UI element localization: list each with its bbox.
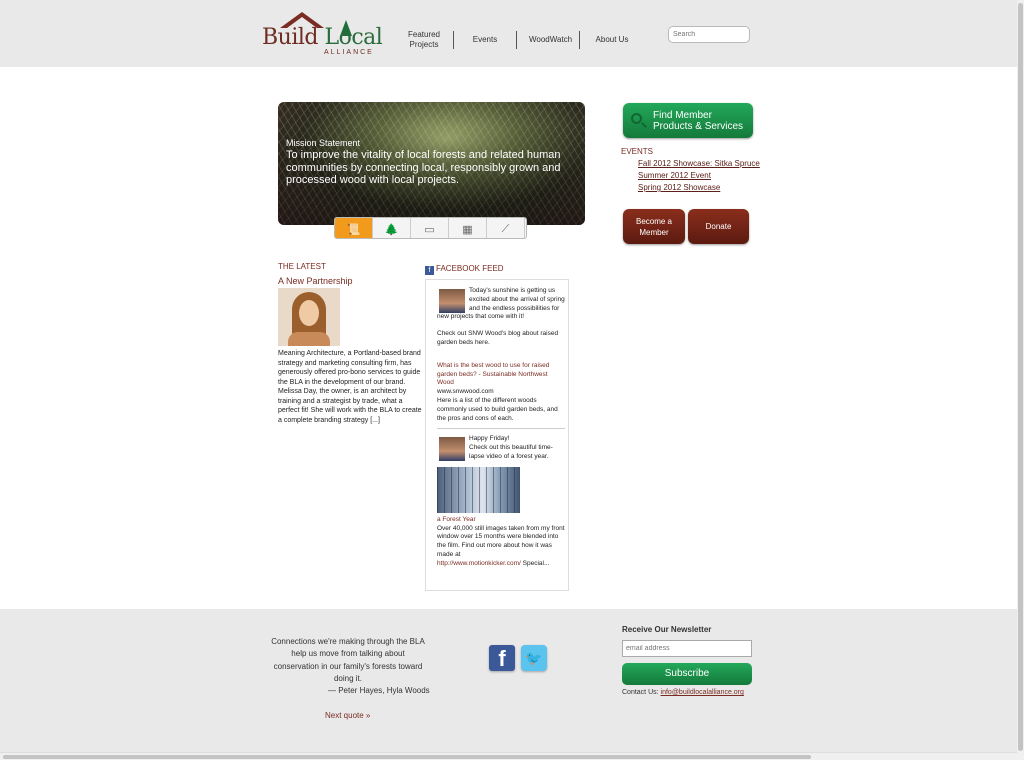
hero-title: Mission Statement [286,138,361,148]
logo-word-local: Local [324,25,383,50]
melissa-day-portrait [278,288,340,346]
scrollbar-thumb[interactable] [3,755,811,759]
horizontal-scrollbar[interactable] [0,752,1017,760]
fb-profile-thumbnail[interactable] [439,437,465,462]
next-quote-link[interactable]: Next quote » [325,711,370,720]
site-header: Build Local ALLIANCE Featured Projects E… [0,0,1017,67]
nav-events[interactable]: Events [454,35,516,45]
hero-slide-steps: 📜 🌲 ▭ ▦ ⟋ [334,217,527,239]
hero-text: To improve the vitality of local forests… [286,149,561,186]
contact-label: Contact Us: [622,689,659,696]
build-local-alliance-logo[interactable]: Build Local ALLIANCE [262,12,383,58]
subscribe-button[interactable]: Subscribe [622,663,752,685]
nav-woodwatch[interactable]: WoodWatch [517,35,579,45]
events-list: Fall 2012 Showcase: Sitka Spruce Summer … [638,158,760,194]
twitter-icon[interactable]: 🐦 [521,645,547,671]
lumber-icon[interactable]: ▭ [411,218,449,238]
fb-post-text: Check out SNW Wood's blog about raised g… [437,330,559,346]
testimonial-author: — Peter Hayes, Hyla Woods [328,686,430,695]
mission-statement-hero: Mission Statement To improve the vitalit… [278,102,585,225]
logo-word-build: Build [262,25,319,50]
fb-post-description: Over 40,000 still images taken from my f… [437,524,565,558]
newsletter-heading: Receive Our Newsletter [622,625,712,634]
fb-divider [437,428,565,430]
nav-about-us[interactable]: About Us [580,35,644,45]
facebook-icon: f [425,266,434,275]
main-nav: Featured Projects Events WoodWatch About… [395,30,644,50]
tree-icon[interactable]: 🌲 [373,218,411,238]
donate-button[interactable]: Donate [688,209,749,244]
fb-post-link[interactable]: What is the best wood to use for raised … [437,362,565,388]
the-latest-heading: THE LATEST [278,262,326,271]
contact-line: Contact Us: info@buildlocalalliance.org [622,689,744,696]
latest-body-text: Meaning Architecture, a Portland-based b… [278,350,422,424]
fb-profile-thumbnail[interactable] [439,289,465,313]
find-member-products-button[interactable]: Find Member Products & Services [623,103,753,138]
event-link[interactable]: Summer 2012 Event [638,170,760,182]
event-link[interactable]: Fall 2012 Showcase: Sitka Spruce [638,158,760,170]
house-frame-icon[interactable]: ▦ [449,218,487,238]
fb-post-domain: www.snwwood.com [437,388,494,396]
find-button-label: Find Member Products & Services [653,110,744,132]
newsletter-email-input[interactable] [622,640,752,657]
forest-video-thumbnail[interactable] [437,466,520,513]
scrollbar-thumb[interactable] [1018,3,1023,751]
facebook-feed-heading: f FACEBOOK FEED [425,264,504,275]
fb-post-more: Special... [522,559,550,567]
scroll-icon[interactable]: 📜 [335,218,373,238]
donate-label: Donate [705,222,732,231]
search-input[interactable] [668,26,750,43]
site-footer [0,609,1017,754]
logo-subtitle: ALLIANCE [324,49,374,56]
event-link[interactable]: Spring 2012 Showcase [638,182,760,194]
contact-email-link[interactable]: info@buildlocalalliance.org [661,689,744,696]
fb-post-link[interactable]: a Forest Year [437,516,565,525]
search-icon [631,113,642,124]
testimonial-quote: Connections we're making through the BLA… [271,637,425,683]
facebook-icon[interactable]: f [489,645,515,671]
facebook-feed-title: FACEBOOK FEED [436,264,504,273]
become-member-label: Become a Member [635,216,673,237]
fb-post-url[interactable]: http://www.motionkicker.com/ [437,560,521,567]
facebook-feed-box: Today's sunshine is getting us excited a… [425,279,569,591]
fb-post-description: Here is a list of the different woods co… [437,396,558,422]
latest-headline-link[interactable]: A New Partnership [278,276,353,286]
nav-featured-projects[interactable]: Featured Projects [395,30,453,50]
vertical-scrollbar[interactable] [1017,0,1024,760]
saw-icon[interactable]: ⟋ [487,218,525,238]
become-member-button[interactable]: Become a Member [623,209,685,244]
events-heading: EVENTS [621,147,654,156]
